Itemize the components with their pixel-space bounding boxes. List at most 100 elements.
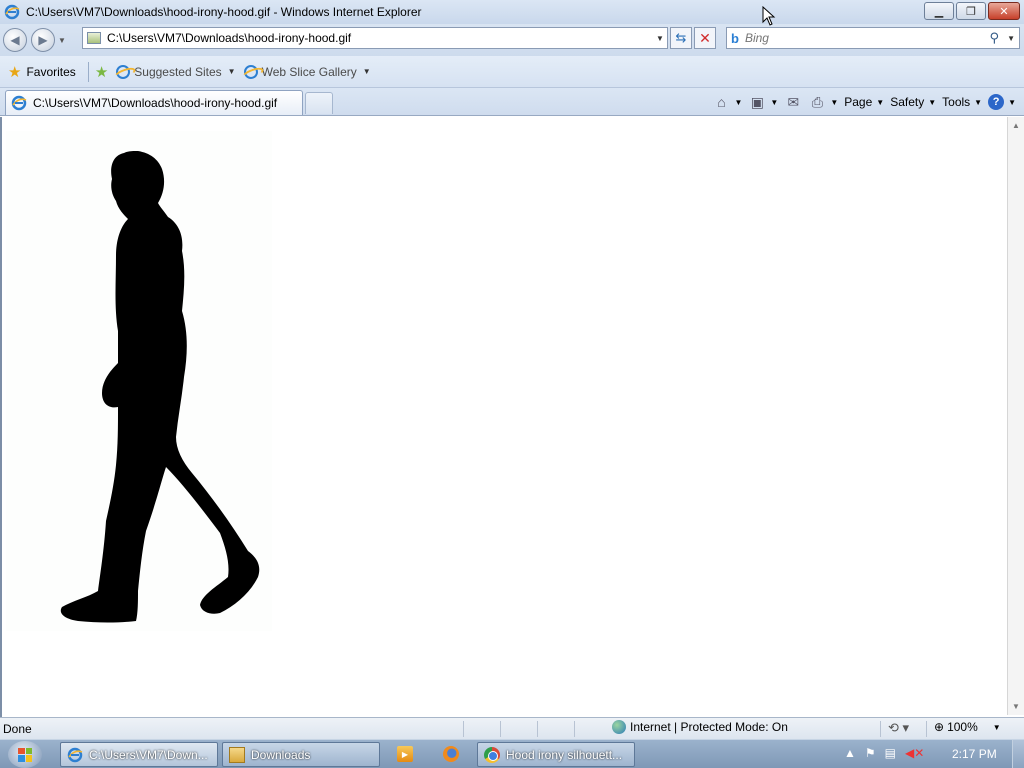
zoom-level: 100%	[947, 720, 978, 734]
title-bar: C:\Users\VM7\Downloads\hood-irony-hood.g…	[0, 0, 1024, 24]
printer-icon: ⎙	[811, 93, 823, 110]
chevron-down-icon: ▼	[876, 97, 885, 107]
forward-button[interactable]: ▶	[31, 28, 55, 52]
ie-logo-icon	[4, 4, 20, 20]
taskbar-item-chrome[interactable]: Hood irony silhouett...	[477, 742, 635, 767]
internet-globe-icon	[612, 720, 626, 734]
ie-tab-icon	[11, 95, 27, 111]
minimize-button[interactable]: ▁	[924, 2, 954, 20]
window-title: C:\Users\VM7\Downloads\hood-irony-hood.g…	[26, 5, 422, 19]
page-menu-label: Page	[844, 95, 873, 109]
web-slice-gallery-label: Web Slice Gallery	[261, 64, 357, 79]
taskbar-item-ie[interactable]: C:\Users\VM7\Down...	[60, 742, 218, 767]
gif-image	[6, 131, 272, 631]
help-menu[interactable]: ? ▼	[988, 94, 1016, 110]
safety-menu[interactable]: Safety ▼	[890, 95, 936, 109]
taskbar-item-downloads[interactable]: Downloads	[222, 742, 380, 767]
network-icon[interactable]: ▤	[885, 746, 896, 760]
taskbar: C:\Users\VM7\Down... Downloads ▶ Hood ir…	[0, 739, 1024, 768]
start-button[interactable]	[8, 741, 42, 768]
clock[interactable]: 2:17 PM	[952, 747, 997, 761]
zoom-icon: ⊕	[934, 720, 945, 734]
address-dropdown-icon[interactable]: ▼	[653, 34, 667, 43]
status-divider	[574, 721, 575, 737]
status-text: Done	[3, 721, 32, 736]
favorites-bar: ★ Favorites ★ Suggested Sites ▼ Web Slic…	[0, 56, 1024, 88]
search-icon[interactable]: ⚲	[989, 30, 999, 46]
scroll-down-icon[interactable]: ▼	[1008, 698, 1024, 715]
status-divider	[880, 721, 881, 737]
tools-menu[interactable]: Tools ▼	[942, 95, 982, 109]
back-button[interactable]: ◀	[3, 28, 27, 52]
chevron-down-icon[interactable]: ▼	[830, 98, 838, 107]
protected-mode-icon[interactable]: ⟲ ▾	[888, 720, 909, 736]
chevron-down-icon: ▼	[928, 97, 937, 107]
add-to-favorites-bar-button[interactable]: ★	[95, 63, 108, 81]
folder-icon	[229, 746, 245, 763]
chevron-down-icon: ▼	[1008, 97, 1016, 107]
minimize-icon: ▁	[934, 5, 944, 18]
zoom-control[interactable]: ⊕ 100% ▼	[934, 720, 1001, 734]
action-center-flag-icon[interactable]: ⚑	[865, 746, 876, 760]
search-box[interactable]: b ⚲ ▼	[726, 27, 1020, 49]
stop-icon: ✕	[699, 29, 711, 46]
bing-icon: b	[731, 30, 739, 46]
tab-label: C:\Users\VM7\Downloads\hood-irony-hood.g…	[33, 96, 278, 110]
system-tray: ▲ ⚑ ▤ ◀✕	[844, 746, 924, 760]
scroll-up-icon[interactable]: ▲	[1008, 117, 1024, 134]
web-slice-gallery-item[interactable]: Web Slice Gallery ▼	[243, 64, 371, 79]
add-favorite-icon: ★	[94, 63, 109, 81]
favorites-star-icon: ★	[8, 63, 22, 81]
window-controls: ▁ ❐ ✕	[924, 2, 1020, 20]
suggested-sites-item[interactable]: Suggested Sites ▼	[116, 64, 236, 79]
command-bar: ⌂ ▼ ▣ ▼ ✉ ⎙ ▼ Page ▼ Safety ▼ Tools ▼ ? ▼	[712, 91, 1016, 113]
page-menu[interactable]: Page ▼	[844, 95, 884, 109]
recent-pages-dropdown[interactable]: ▼	[58, 36, 66, 45]
firefox-icon[interactable]	[443, 746, 459, 762]
back-arrow-icon: ◀	[10, 33, 20, 47]
help-icon: ?	[988, 94, 1005, 110]
show-hidden-icons-icon[interactable]: ▲	[844, 746, 856, 760]
vertical-scrollbar[interactable]: ▲ ▼	[1007, 117, 1024, 715]
mail-icon: ✉	[787, 93, 800, 110]
address-url[interactable]: C:\Users\VM7\Downloads\hood-irony-hood.g…	[107, 31, 653, 45]
tab-active[interactable]: C:\Users\VM7\Downloads\hood-irony-hood.g…	[5, 90, 303, 115]
rss-feed-icon: ▣	[750, 93, 764, 110]
chevron-down-icon[interactable]: ▼	[770, 98, 778, 107]
new-tab-button[interactable]	[305, 92, 333, 114]
show-desktop-button[interactable]	[1012, 740, 1024, 768]
restore-button[interactable]: ❐	[956, 2, 986, 20]
search-input[interactable]	[744, 31, 965, 45]
ie-page-icon	[116, 64, 131, 79]
feeds-button[interactable]: ▣ ▼	[748, 93, 779, 110]
refresh-button[interactable]: ⇆	[670, 27, 692, 49]
read-mail-button[interactable]: ✉	[784, 94, 802, 110]
home-button[interactable]: ⌂ ▼	[712, 94, 742, 110]
security-zone[interactable]: Internet | Protected Mode: On	[612, 720, 788, 734]
chrome-icon	[484, 746, 500, 763]
close-button[interactable]: ✕	[988, 2, 1020, 20]
zone-label: Internet | Protected Mode: On	[630, 720, 788, 734]
favorites-button[interactable]: ★ Favorites	[8, 63, 76, 81]
print-button[interactable]: ⎙ ▼	[808, 93, 839, 110]
ie-icon	[67, 747, 83, 762]
volume-muted-icon[interactable]: ◀✕	[905, 746, 924, 760]
address-row: ◀ ▶ ▼ C:\Users\VM7\Downloads\hood-irony-…	[0, 24, 1024, 56]
chevron-down-icon[interactable]: ▼	[993, 723, 1001, 732]
address-bar[interactable]: C:\Users\VM7\Downloads\hood-irony-hood.g…	[82, 27, 668, 49]
chevron-down-icon[interactable]: ▼	[734, 98, 742, 107]
stop-button[interactable]: ✕	[694, 27, 716, 49]
mouse-cursor-icon	[762, 6, 776, 26]
status-divider	[463, 721, 464, 737]
refresh-icon: ⇆	[675, 30, 687, 45]
search-dropdown-icon[interactable]: ▼	[1007, 34, 1015, 43]
forward-arrow-icon: ▶	[38, 33, 48, 47]
safety-menu-label: Safety	[890, 95, 925, 109]
status-divider	[926, 721, 927, 737]
page-icon	[87, 32, 101, 44]
restore-icon: ❐	[966, 5, 976, 18]
status-bar: Done Internet | Protected Mode: On ⟲ ▾ ⊕…	[0, 717, 1024, 739]
walking-man-silhouette	[60, 151, 260, 623]
media-player-icon[interactable]: ▶	[397, 746, 413, 762]
favorites-label: Favorites	[26, 64, 76, 79]
